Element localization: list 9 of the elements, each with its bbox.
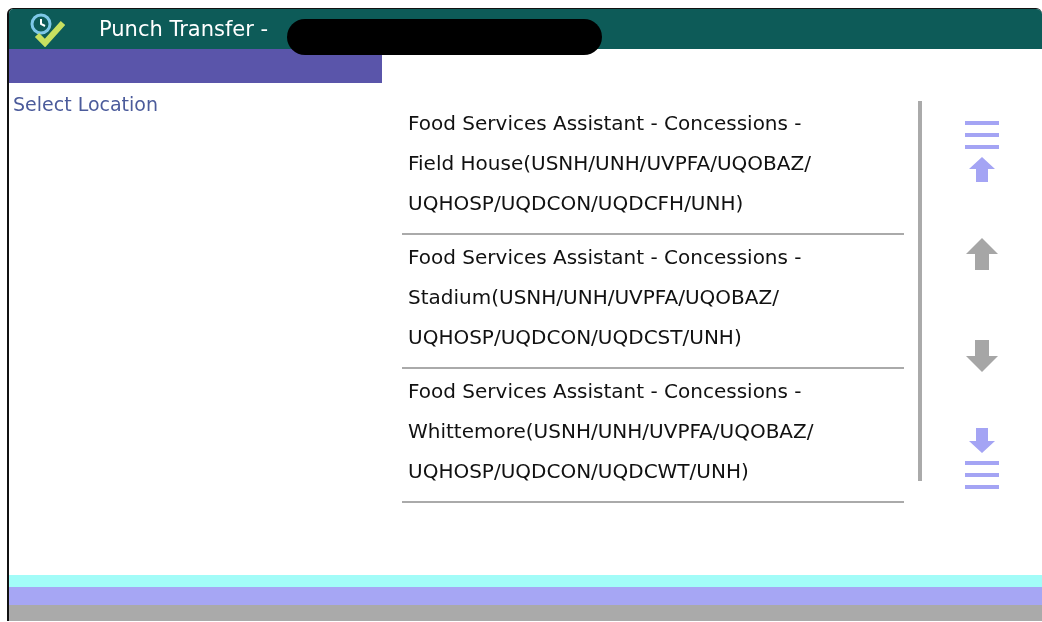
window-title: Punch Transfer -: [99, 17, 269, 41]
location-item[interactable]: Food Services Assistant - Concessions - Field House(USNH/UNH/UVPFA/UQOBAZ/ UQHOSP/UQDCON/UQDCFH/UNH): [402, 101, 904, 235]
arrow-down-icon: [965, 340, 999, 372]
arrow-up-icon: [965, 238, 999, 270]
select-location-heading: Select Location: [13, 93, 159, 115]
scroll-bottom-icon: [963, 427, 1001, 489]
location-item[interactable]: Food Services Assistant - Concessions - Stadium(USNH/UNH/UVPFA/UQOBAZ/ UQHOSP/UQDCON/UQDCST/UNH): [402, 235, 904, 369]
location-item[interactable]: Food Services Assistant - Concessions - Whittemore(USNH/UNH/UVPFA/UQOBAZ/ UQHOSP/UQDCON/UQDCWT/UNH): [402, 369, 904, 503]
scroll-top-icon: [963, 121, 1001, 183]
